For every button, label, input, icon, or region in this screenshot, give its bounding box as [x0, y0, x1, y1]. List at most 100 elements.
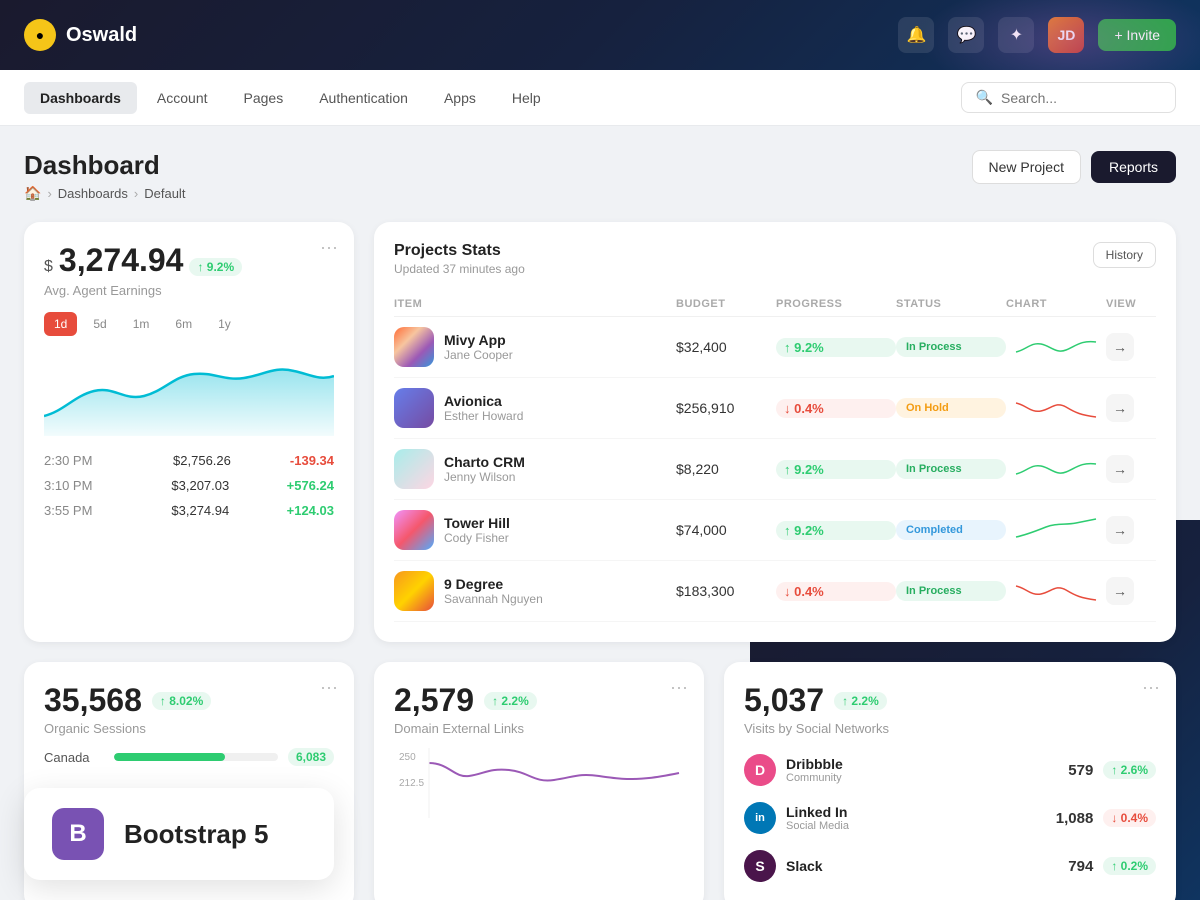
view-button-5[interactable]: →: [1106, 577, 1134, 605]
linkedin-sub: Social Media: [786, 820, 849, 832]
view-button-1[interactable]: →: [1106, 333, 1134, 361]
dribbble-name: Dribbble: [786, 756, 843, 772]
page-actions: New Project Reports: [972, 150, 1177, 184]
sparkline-2: [1006, 393, 1106, 423]
bootstrap-icon: B: [52, 808, 104, 860]
brand-name: Oswald: [66, 24, 137, 47]
budget-2: $256,910: [676, 400, 776, 416]
tab-dashboards[interactable]: Dashboards: [24, 82, 137, 114]
notifications-icon[interactable]: 🔔: [898, 17, 934, 53]
secondary-nav: Dashboards Account Pages Authentication …: [0, 70, 1200, 126]
history-button[interactable]: History: [1093, 242, 1156, 268]
invite-button[interactable]: + Invite: [1098, 19, 1176, 51]
social-number: 5,037: [744, 682, 824, 719]
earnings-time-3: 3:55 PM: [44, 503, 114, 518]
organic-badge: ↑ 8.02%: [152, 692, 211, 710]
view-button-2[interactable]: →: [1106, 394, 1134, 422]
linkedin-count: 1,088: [1056, 810, 1094, 827]
tab-account[interactable]: Account: [141, 82, 224, 114]
earnings-change-1: -139.34: [290, 453, 334, 468]
filter-1m[interactable]: 1m: [123, 312, 160, 336]
filter-1y[interactable]: 1y: [208, 312, 241, 336]
navbar-actions: 🔔 💬 ✦ JD + Invite: [898, 17, 1176, 53]
sparkline-4: [1006, 515, 1106, 545]
budget-1: $32,400: [676, 339, 776, 355]
view-button-3[interactable]: →: [1106, 455, 1134, 483]
slack-name: Slack: [786, 858, 823, 874]
tab-pages[interactable]: Pages: [228, 82, 300, 114]
col-status: STATUS: [896, 298, 1006, 310]
projects-card: Projects Stats Updated 37 minutes ago Hi…: [374, 222, 1176, 642]
organic-number: 35,568: [44, 682, 142, 719]
slack-icon: S: [744, 850, 776, 882]
sparkline-1: [1006, 332, 1106, 362]
country-bar-wrap: [114, 753, 278, 761]
project-thumb-tower: [394, 510, 434, 550]
share-icon[interactable]: ✦: [998, 17, 1034, 53]
country-row: Canada 6,083: [44, 748, 334, 766]
social-label: Visits by Social Networks: [744, 721, 1156, 736]
project-thumb-mivy: [394, 327, 434, 367]
avatar[interactable]: JD: [1048, 17, 1084, 53]
domain-more-button[interactable]: ···: [670, 678, 688, 696]
project-thumb-9degree: [394, 571, 434, 611]
col-item: ITEM: [394, 298, 676, 310]
social-more-button[interactable]: ···: [1142, 678, 1160, 696]
project-person-5: Savannah Nguyen: [444, 592, 543, 606]
tab-authentication[interactable]: Authentication: [303, 82, 424, 114]
search-input[interactable]: [1001, 90, 1161, 106]
earnings-card: ··· $ 3,274.94 ↑ 9.2% Avg. Agent Earning…: [24, 222, 354, 642]
status-badge-4: Completed: [896, 520, 1006, 540]
projects-header: Projects Stats Updated 37 minutes ago Hi…: [394, 242, 1156, 276]
new-project-button[interactable]: New Project: [972, 150, 1081, 184]
bootstrap-overlay: B Bootstrap 5: [24, 788, 334, 880]
filter-1d[interactable]: 1d: [44, 312, 77, 336]
linkedin-icon: in: [744, 802, 776, 834]
progress-4: ↑ 9.2%: [776, 521, 896, 540]
country-bar: [114, 753, 225, 761]
search-icon: 🔍: [976, 89, 993, 106]
earnings-val-2: $3,207.03: [171, 478, 229, 493]
breadcrumb-home-icon: 🏠: [24, 185, 41, 202]
earnings-row: 2:30 PM $2,756.26 -139.34: [44, 448, 334, 473]
top-navbar: ● Oswald 🔔 💬 ✦ JD + Invite: [0, 0, 1200, 70]
filter-5d[interactable]: 5d: [83, 312, 116, 336]
table-row: Charto CRM Jenny Wilson $8,220 ↑ 9.2% In…: [394, 439, 1156, 500]
tab-apps[interactable]: Apps: [428, 82, 492, 114]
linkedin-change: ↓ 0.4%: [1103, 809, 1156, 827]
filter-6m[interactable]: 6m: [165, 312, 202, 336]
organic-more-button[interactable]: ···: [320, 678, 338, 696]
earnings-more-button[interactable]: ···: [320, 238, 338, 256]
bootstrap-text: Bootstrap 5: [124, 819, 268, 850]
breadcrumb-dashboards[interactable]: Dashboards: [58, 186, 128, 201]
col-budget: BUDGET: [676, 298, 776, 310]
country-name: Canada: [44, 750, 104, 765]
budget-3: $8,220: [676, 461, 776, 477]
earnings-value: 3,274.94: [59, 242, 184, 279]
col-view: VIEW: [1106, 298, 1156, 310]
tab-help[interactable]: Help: [496, 82, 557, 114]
earnings-rows: 2:30 PM $2,756.26 -139.34 3:10 PM $3,207…: [44, 448, 334, 523]
project-info-2: Avionica Esther Howard: [394, 388, 676, 428]
country-value: 6,083: [288, 748, 334, 766]
domain-number: 2,579: [394, 682, 474, 719]
sparkline-5: [1006, 576, 1106, 606]
table-row: Tower Hill Cody Fisher $74,000 ↑ 9.2% Co…: [394, 500, 1156, 561]
status-badge-2: On Hold: [896, 398, 1006, 418]
project-info-4: Tower Hill Cody Fisher: [394, 510, 676, 550]
earnings-change-2: +576.24: [287, 478, 334, 493]
reports-button[interactable]: Reports: [1091, 151, 1176, 183]
breadcrumb-default: Default: [144, 186, 185, 201]
dribbble-sub: Community: [786, 772, 843, 784]
dribbble-icon: D: [744, 754, 776, 786]
messages-icon[interactable]: 💬: [948, 17, 984, 53]
search-box[interactable]: 🔍: [961, 82, 1176, 113]
social-item-slack: S Slack 794 ↑ 0.2%: [744, 842, 1156, 890]
dribbble-change: ↑ 2.6%: [1103, 761, 1156, 779]
earnings-row: 3:55 PM $3,274.94 +124.03: [44, 498, 334, 523]
social-card: ··· 5,037 ↑ 2.2% Visits by Social Networ…: [724, 662, 1176, 900]
view-button-4[interactable]: →: [1106, 516, 1134, 544]
table-row: Avionica Esther Howard $256,910 ↓ 0.4% O…: [394, 378, 1156, 439]
projects-updated: Updated 37 minutes ago: [394, 262, 525, 276]
sparkline-3: [1006, 454, 1106, 484]
